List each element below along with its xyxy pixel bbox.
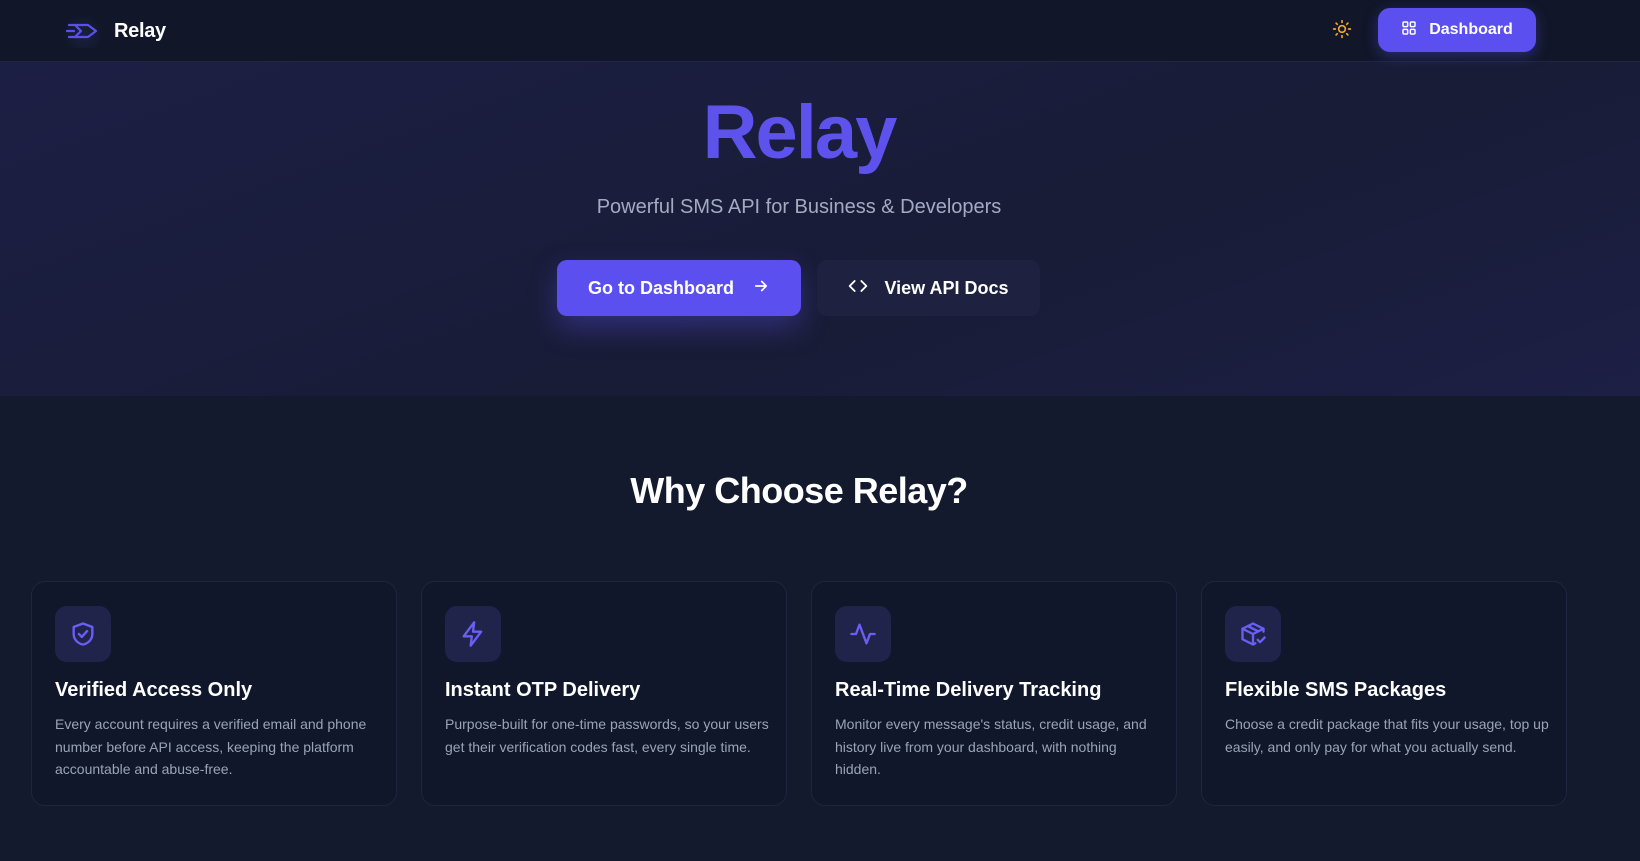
shield-check-icon — [55, 606, 111, 662]
code-icon — [848, 276, 868, 301]
feature-card-title: Real-Time Delivery Tracking — [835, 679, 1102, 701]
dashboard-button[interactable]: Dashboard — [1378, 8, 1536, 52]
feature-card-title: Instant OTP Delivery — [445, 679, 641, 701]
grid-icon — [1401, 20, 1417, 41]
feature-card-verified-access: Verified Access Only Every account requi… — [31, 581, 397, 806]
brand-name: Relay — [114, 19, 166, 42]
feature-card-title: Flexible SMS Packages — [1225, 679, 1447, 701]
relay-logo-icon — [62, 14, 104, 48]
feature-card-description: Monitor every message's status, credit u… — [835, 716, 1147, 777]
hero-subtitle: Powerful SMS API for Business & Develope… — [596, 196, 1002, 218]
activity-icon — [835, 606, 891, 662]
feature-card-description: Purpose-built for one-time passwords, so… — [445, 716, 769, 755]
hero-section: Relay Powerful SMS API for Business & De… — [0, 62, 1640, 396]
view-api-docs-button[interactable]: View API Docs — [817, 260, 1040, 316]
features-heading: Why Choose Relay? — [630, 470, 968, 511]
feature-card-title: Verified Access Only — [55, 679, 253, 701]
feature-card-instant-otp: Instant OTP Delivery Purpose-built for o… — [421, 581, 787, 806]
arrow-right-icon — [752, 277, 770, 300]
feature-card-delivery-tracking: Real-Time Delivery Tracking Monitor ever… — [811, 581, 1177, 806]
top-navigation-bar: Relay Dashboard — [0, 0, 1640, 62]
hero-title: Relay — [702, 90, 898, 175]
feature-card-description: Choose a credit package that fits your u… — [1225, 716, 1549, 755]
feature-card-sms-packages: Flexible SMS Packages Choose a credit pa… — [1201, 581, 1567, 806]
brand-link[interactable]: Relay — [62, 14, 166, 48]
go-to-dashboard-button[interactable]: Go to Dashboard — [557, 260, 801, 316]
package-check-icon — [1225, 606, 1281, 662]
feature-card-description: Every account requires a verified email … — [55, 716, 367, 777]
theme-toggle-button[interactable] — [1327, 16, 1357, 46]
landing-page: Relay Dashboard Relay Powerful SMS API f… — [0, 0, 1640, 861]
lightning-icon — [445, 606, 501, 662]
dashboard-button-label: Dashboard — [1429, 21, 1513, 38]
view-api-docs-label: View API Docs — [884, 277, 1009, 298]
go-to-dashboard-label: Go to Dashboard — [587, 277, 734, 298]
sun-icon — [1332, 19, 1352, 44]
